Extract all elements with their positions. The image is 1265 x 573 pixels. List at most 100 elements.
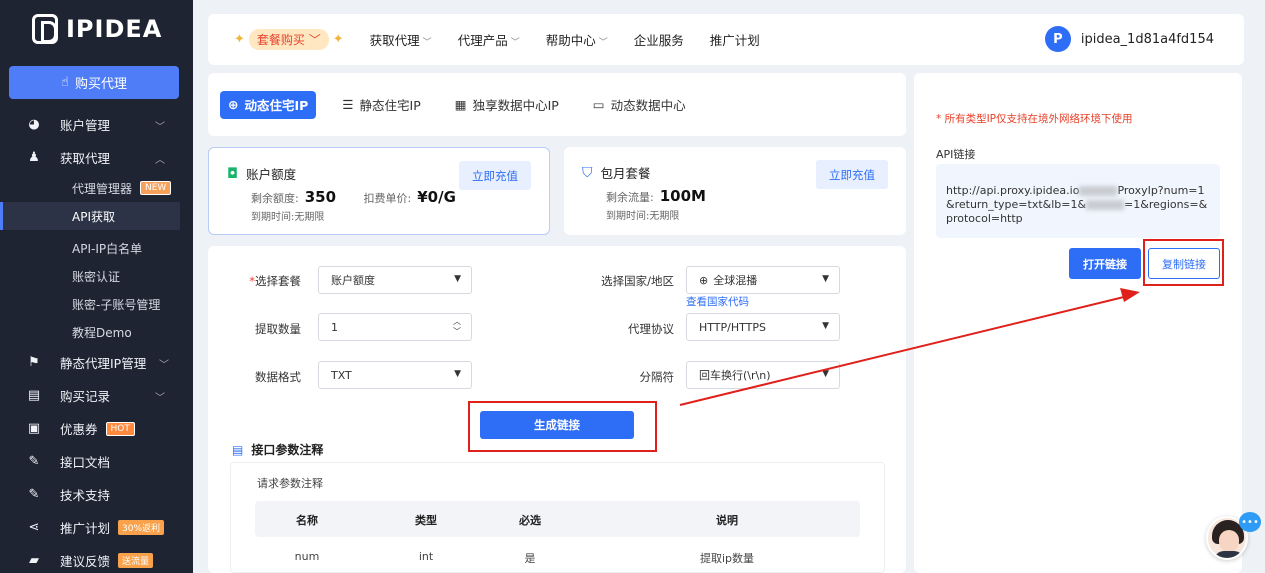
chevron-down-icon: ﹀ <box>155 393 165 404</box>
sparkle-icon: ✦ <box>234 32 245 47</box>
logo-icon <box>32 14 58 44</box>
sidebar: IPIDEA ☝ 购买代理 ◕ 账户管理 ﹀ ♟ 获取代理 ︿ 代理管理器 NE… <box>0 0 193 573</box>
sidebar-nav: ◕ 账户管理 ﹀ ♟ 获取代理 ︿ 代理管理器 NEW API获取 API-IP… <box>0 108 193 573</box>
remaining-traffic: 100M <box>659 187 706 205</box>
user-icon: ♟ <box>28 150 40 165</box>
sidebar-item-api-docs[interactable]: ✎ 接口文档 <box>0 445 193 478</box>
api-form: *选择套餐 账户额度 ▼ 选择国家/地区 ⊕ 全球混播 ▼ 查看国家代码 提取数量 1… <box>208 246 906 573</box>
wallet-icon: ◘ <box>227 165 239 182</box>
sidebar-item-referral[interactable]: ⋖ 推广计划 30%返利 <box>0 511 193 544</box>
sparkle-icon: ✦ <box>332 32 344 47</box>
sidebar-sub-proxy-manager[interactable]: 代理管理器 NEW <box>0 174 193 202</box>
country-code-link[interactable]: 查看国家代码 <box>686 294 749 309</box>
topnav-enterprise[interactable]: 企业服务 <box>634 30 684 49</box>
redacted-blur <box>1079 186 1118 196</box>
chevron-down-icon: ▼ <box>454 369 461 379</box>
share-icon: ⋖ <box>28 520 40 535</box>
pie-chart-icon: ◕ <box>28 117 40 132</box>
brand-name: IPIDEA <box>66 15 163 43</box>
chevron-down-icon: ﹀ <box>422 38 432 48</box>
chevron-down-icon: ﹀ <box>155 122 165 133</box>
sidebar-sub-api-whitelist[interactable]: API-IP白名单 <box>0 234 193 262</box>
tab-dynamic-residential[interactable]: ⊕ 动态住宅IP <box>220 90 317 119</box>
unit-price: ¥0/G <box>417 188 456 206</box>
flag-icon: ⚑ <box>28 355 40 370</box>
sidebar-item-static-proxy[interactable]: ⚑ 静态代理IP管理 ﹀ <box>0 346 193 379</box>
chevron-down-icon: ▼ <box>822 321 829 331</box>
ip-type-tabs: ⊕ 动态住宅IP ☰ 静态住宅IP ▦ 独享数据中心IP ▭ 动态数据中心 <box>208 73 906 136</box>
package-select[interactable]: 账户额度 ▼ <box>318 266 472 294</box>
tab-dedicated-datacenter[interactable]: ▦ 独享数据中心IP <box>447 91 567 119</box>
package-buy-button[interactable]: ✦ 套餐购买 ﹀ ✦ <box>234 29 344 50</box>
sidebar-item-coupons[interactable]: ▣ 优惠券 HOT <box>0 412 193 445</box>
list-icon: ☰ <box>342 97 354 112</box>
topnav-referral[interactable]: 推广计划 <box>710 30 760 49</box>
edit-icon: ✎ <box>28 454 40 469</box>
topnav-get-proxy[interactable]: 获取代理 ﹀ <box>370 30 432 49</box>
api-link-text[interactable]: http://api.proxy.ipidea.io ProxyIp?num=1&… <box>936 164 1220 238</box>
buy-proxy-button[interactable]: ☝ 购买代理 <box>9 66 179 99</box>
basket-icon: ▤ <box>27 388 41 403</box>
remaining-quota: 350 <box>304 188 337 206</box>
sidebar-item-support[interactable]: ✎ 技术支持 <box>0 478 193 511</box>
sidebar-sub-auth[interactable]: 账密认证 <box>0 262 193 290</box>
sidebar-item-purchase-records[interactable]: ▤ 购买记录 ﹀ <box>0 379 193 412</box>
stepper-arrows-icon[interactable]: ︿ ﹀ <box>453 317 461 337</box>
quantity-stepper[interactable]: 1 ︿ ﹀ <box>318 313 472 341</box>
sidebar-item-account[interactable]: ◕ 账户管理 ﹀ <box>0 108 193 141</box>
format-select[interactable]: TXT ▼ <box>318 361 472 389</box>
chevron-down-icon: ﹀ <box>510 38 520 48</box>
devices-icon: ▭ <box>592 97 605 112</box>
hot-badge: HOT <box>105 421 135 436</box>
basket-icon: ⛉ <box>582 164 593 181</box>
globe-icon: ⊕ <box>699 273 709 287</box>
hand-icon: ☝ <box>61 75 69 90</box>
api-link-panel: * 所有类型IP仅支持在境外网络环境下使用 API链接 http://api.p… <box>914 73 1242 573</box>
logo[interactable]: IPIDEA <box>32 14 162 44</box>
recharge-button[interactable]: 立即充值 <box>459 161 531 190</box>
chat-bubble-icon[interactable]: ••• <box>1239 512 1261 532</box>
rebate-badge: 30%返利 <box>118 520 165 535</box>
new-badge: NEW <box>140 181 172 195</box>
sidebar-sub-subaccount[interactable]: 账密-子账号管理 <box>0 290 193 318</box>
top-bar: ✦ 套餐购买 ﹀ ✦ 获取代理 ﹀ 代理产品 ﹀ 帮助中心 ﹀ 企业服务 推广计划 P… <box>208 14 1244 65</box>
chevron-down-icon: ﹀ <box>159 360 169 371</box>
protocol-select[interactable]: HTTP/HTTPS ▼ <box>686 313 840 341</box>
section-title: 接口参数注释 <box>251 443 324 457</box>
chevron-down-icon: ▼ <box>454 274 461 284</box>
topnav-products[interactable]: 代理产品 ﹀ <box>458 30 520 49</box>
sidebar-item-get-proxy[interactable]: ♟ 获取代理 ︿ <box>0 141 193 174</box>
ticket-icon: ▣ <box>27 421 41 436</box>
user-menu[interactable]: P ipidea_1d81a4fd154 <box>1044 26 1214 52</box>
sidebar-item-feedback[interactable]: ▰ 建议反馈 送流量 <box>0 544 193 573</box>
username: ipidea_1d81a4fd154 <box>1080 31 1214 47</box>
chevron-up-icon: ︿ <box>155 155 165 166</box>
account-quota-card: ◘ 账户额度 剩余额度: 350 扣费单价: ¥0/G 到期时间:无期限 立即充值 <box>208 147 550 235</box>
chevron-down-icon: ﹀ <box>598 38 608 48</box>
tab-static-residential[interactable]: ☰ 静态住宅IP <box>334 91 428 119</box>
notice-text: * 所有类型IP仅支持在境外网络环境下使用 <box>936 113 1133 125</box>
avatar: P <box>1044 26 1071 52</box>
topnav-help[interactable]: 帮助中心 ﹀ <box>546 30 608 49</box>
feedback-icon: ▰ <box>29 553 39 568</box>
params-table: 请求参数注释 名称 类型 必选 说明 num int 是 提取ip数量 <box>230 462 885 573</box>
gift-badge: 送流量 <box>118 553 154 568</box>
region-select[interactable]: ⊕ 全球混播 ▼ <box>686 266 840 294</box>
open-link-button[interactable]: 打开链接 <box>1069 248 1141 279</box>
redacted-blur <box>1086 200 1125 210</box>
document-icon: ▤ <box>232 442 244 457</box>
table-header: 名称 类型 必选 说明 <box>255 501 860 537</box>
globe-icon: ⊕ <box>228 97 239 112</box>
separator-select[interactable]: 回车换行(\r\n) ▼ <box>686 361 840 389</box>
highlight-box <box>468 401 657 452</box>
chevron-down-icon: ▼ <box>822 369 829 379</box>
monthly-package-card: ⛉ 包月套餐 剩余流量: 100M 到期时间:无期限 立即充值 <box>564 147 906 235</box>
chevron-down-icon: ▼ <box>822 274 829 284</box>
recharge-button[interactable]: 立即充值 <box>816 160 888 189</box>
highlight-box <box>1143 239 1224 286</box>
building-icon: ▦ <box>454 97 467 112</box>
edit-icon: ✎ <box>28 487 40 502</box>
sidebar-sub-demo[interactable]: 教程Demo <box>0 318 193 346</box>
tab-dynamic-datacenter[interactable]: ▭ 动态数据中心 <box>585 91 694 119</box>
sidebar-sub-api[interactable]: API获取 <box>0 202 180 230</box>
